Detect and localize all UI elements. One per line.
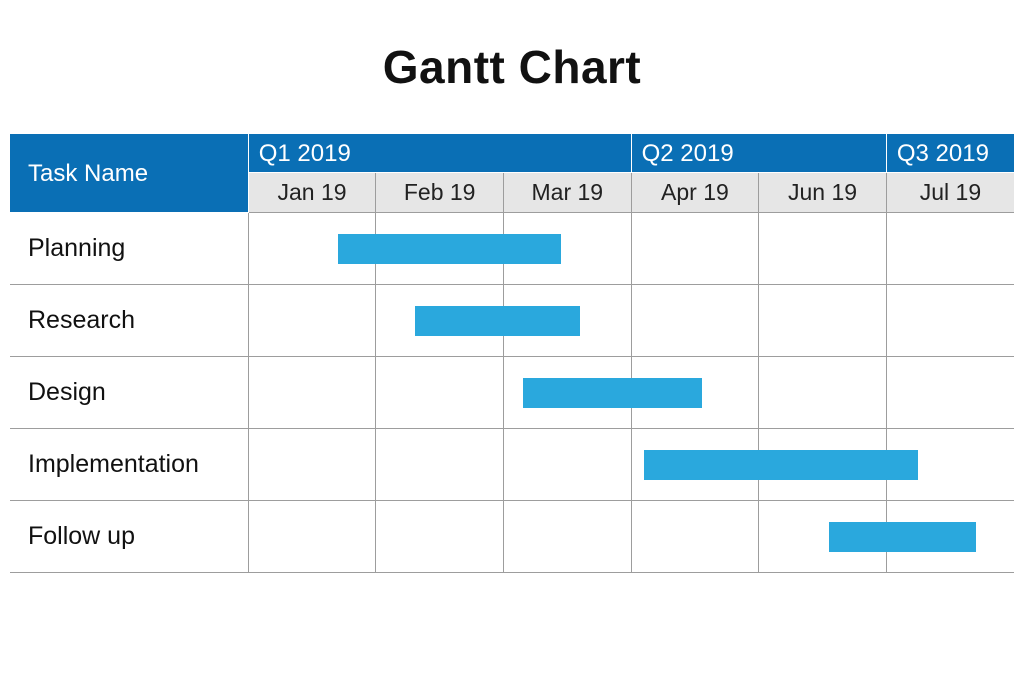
task-row: Follow up — [10, 501, 1014, 573]
task-name-cell: Planning — [10, 213, 248, 285]
task-row: Research — [10, 285, 1014, 357]
timeline-cell — [248, 501, 376, 573]
task-name-cell: Design — [10, 357, 248, 429]
timeline-cell — [248, 285, 376, 357]
quarter-label: Q3 2019 — [886, 134, 1014, 173]
timeline-cell — [248, 213, 376, 285]
timeline-cell — [376, 213, 504, 285]
task-name-cell: Follow up — [10, 501, 248, 573]
timeline-cell — [886, 357, 1014, 429]
month-label: Jun 19 — [759, 173, 887, 213]
timeline-cell — [248, 429, 376, 501]
timeline-cell — [886, 213, 1014, 285]
timeline-cell — [503, 501, 631, 573]
timeline-cell — [376, 285, 504, 357]
month-label: Mar 19 — [503, 173, 631, 213]
timeline-cell — [503, 357, 631, 429]
timeline-cell — [376, 429, 504, 501]
timeline-cell — [248, 357, 376, 429]
task-row: Design — [10, 357, 1014, 429]
timeline-cell — [759, 429, 887, 501]
header-quarters-row: Task Name Q1 2019 Q2 2019 Q3 2019 — [10, 134, 1014, 173]
timeline-cell — [886, 501, 1014, 573]
task-name-cell: Implementation — [10, 429, 248, 501]
timeline-cell — [503, 429, 631, 501]
timeline-cell — [631, 213, 759, 285]
month-label: Apr 19 — [631, 173, 759, 213]
task-row: Implementation — [10, 429, 1014, 501]
month-label: Jul 19 — [886, 173, 1014, 213]
chart-title: Gantt Chart — [10, 40, 1014, 94]
task-name-cell: Research — [10, 285, 248, 357]
task-name-header: Task Name — [10, 134, 248, 213]
timeline-cell — [631, 501, 759, 573]
quarter-label: Q2 2019 — [631, 134, 886, 173]
timeline-cell — [503, 213, 631, 285]
timeline-cell — [631, 429, 759, 501]
month-label: Feb 19 — [376, 173, 504, 213]
timeline-cell — [886, 429, 1014, 501]
timeline-cell — [631, 357, 759, 429]
timeline-cell — [759, 501, 887, 573]
gantt-chart: Task Name Q1 2019 Q2 2019 Q3 2019 Jan 19… — [10, 134, 1014, 573]
task-row: Planning — [10, 213, 1014, 285]
timeline-cell — [631, 285, 759, 357]
timeline-cell — [759, 285, 887, 357]
quarter-label: Q1 2019 — [248, 134, 631, 173]
timeline-cell — [886, 285, 1014, 357]
timeline-cell — [503, 285, 631, 357]
timeline-cell — [376, 501, 504, 573]
timeline-cell — [759, 357, 887, 429]
timeline-cell — [759, 213, 887, 285]
month-label: Jan 19 — [248, 173, 376, 213]
timeline-cell — [376, 357, 504, 429]
